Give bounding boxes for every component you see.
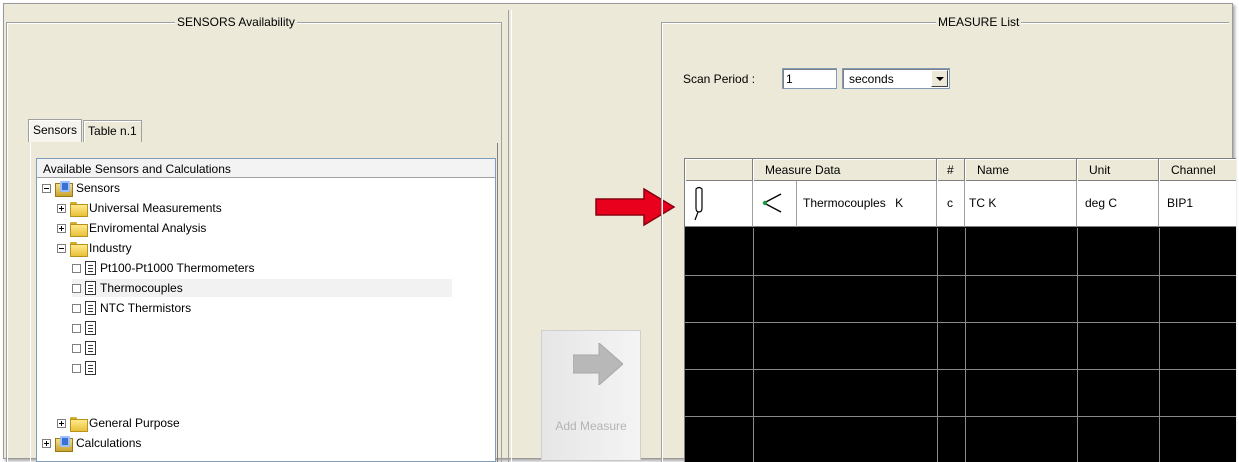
measure-data-cell: Thermocouples K <box>797 181 937 227</box>
table-row[interactable]: Thermocouples K c TC K deg C BIP1 <box>685 181 1236 227</box>
sensor-type-label: Thermocouples <box>803 196 886 210</box>
tree-node-empty-1[interactable] <box>72 319 100 337</box>
expand-icon[interactable] <box>42 438 51 448</box>
column-header-channel[interactable]: Channel <box>1159 159 1236 181</box>
sensors-tree[interactable]: Available Sensors and Calculations Senso… <box>36 158 496 462</box>
probe-icon <box>694 186 703 221</box>
sensor-checkbox[interactable] <box>72 263 81 273</box>
tree-node-label: Universal Measurements <box>89 201 222 215</box>
scan-unit-select[interactable]: seconds <box>842 68 950 89</box>
sensor-subtype-label: K <box>895 196 904 210</box>
folder-icon <box>70 201 88 217</box>
tree-node-ntc-thermistors[interactable]: NTC Thermistors <box>72 299 191 317</box>
sensor-checkbox[interactable] <box>72 283 81 293</box>
grid-line <box>685 275 1236 276</box>
tree-node-label: Calculations <box>76 436 142 450</box>
grid-line <box>685 369 1236 370</box>
row-icon-cell <box>685 181 753 227</box>
document-icon <box>85 321 96 335</box>
document-icon <box>85 361 96 375</box>
index-cell: c <box>937 181 965 227</box>
grid-line <box>753 228 754 462</box>
grid-line <box>965 228 966 462</box>
column-header-index[interactable]: # <box>937 159 965 181</box>
chevron-down-icon[interactable] <box>931 70 948 87</box>
name-cell[interactable]: TC K <box>965 181 1077 227</box>
tree-node-label: Thermocouples <box>100 281 183 295</box>
add-measure-button[interactable]: Add Measure <box>541 330 641 460</box>
sensors-availability-title: SENSORS Availability <box>175 15 297 29</box>
sensor-tabs: Sensors Table n.1 <box>28 119 142 142</box>
tree-node-sensors[interactable]: Sensors <box>42 179 120 197</box>
document-icon <box>85 341 96 355</box>
tree-header: Available Sensors and Calculations <box>37 159 495 178</box>
tree-node-label: Sensors <box>76 181 121 195</box>
collapse-icon[interactable] <box>57 243 66 253</box>
thermocouple-icon <box>762 193 782 213</box>
column-header-measure-data[interactable]: Measure Data <box>753 159 937 181</box>
tree-node-empty-3[interactable] <box>72 359 100 377</box>
grid-header: Measure Data # Name Unit Channel <box>685 159 1236 181</box>
document-icon <box>85 281 96 295</box>
grid-line <box>1159 228 1160 462</box>
folder-icon <box>70 221 88 237</box>
add-arrow-icon <box>573 343 623 385</box>
calculations-root-icon <box>55 435 73 452</box>
tree-node-universal-measurements[interactable]: Universal Measurements <box>57 199 222 217</box>
tree-node-empty-2[interactable] <box>72 339 100 357</box>
tree-node-calculations[interactable]: Calculations <box>42 434 141 452</box>
unit-cell[interactable]: deg C <box>1077 181 1159 227</box>
folder-icon <box>70 241 88 257</box>
empty-grid-rows <box>685 228 1236 462</box>
tree-node-label: Enviromental Analysis <box>89 221 207 235</box>
grid-line <box>1077 228 1078 462</box>
sensor-checkbox[interactable] <box>72 323 81 333</box>
tree-node-thermocouples[interactable]: Thermocouples <box>72 279 452 297</box>
tab-table-n1[interactable]: Table n.1 <box>83 120 142 142</box>
tree-node-label: Pt100-Pt1000 Thermometers <box>100 261 255 275</box>
measure-grid[interactable]: Measure Data # Name Unit Channel Thermoc… <box>684 158 1236 462</box>
folder-icon <box>70 416 88 432</box>
panel-splitter[interactable] <box>508 10 512 462</box>
column-header-unit[interactable]: Unit <box>1077 159 1159 181</box>
grid-line <box>937 228 938 462</box>
tree-node-pt100-pt1000[interactable]: Pt100-Pt1000 Thermometers <box>72 259 255 277</box>
tab-sensors[interactable]: Sensors <box>28 119 83 142</box>
scan-unit-value: seconds <box>849 72 894 86</box>
document-icon <box>85 261 96 275</box>
sensors-root-icon <box>55 180 73 197</box>
document-icon <box>85 301 96 315</box>
expand-icon[interactable] <box>57 418 66 428</box>
tree-node-label: Industry <box>89 241 132 255</box>
sensor-checkbox[interactable] <box>72 303 81 313</box>
expand-icon[interactable] <box>57 223 66 233</box>
column-header-icon[interactable] <box>685 159 753 181</box>
tree-node-label: NTC Thermistors <box>100 301 192 315</box>
column-header-name[interactable]: Name <box>965 159 1077 181</box>
add-measure-label: Add Measure <box>555 419 627 433</box>
scan-period-label: Scan Period : <box>683 72 756 86</box>
tree-node-label: General Purpose <box>89 416 180 430</box>
sensor-checkbox[interactable] <box>72 343 81 353</box>
tree-node-industry[interactable]: Industry <box>57 239 132 257</box>
expand-icon[interactable] <box>57 203 66 213</box>
collapse-icon[interactable] <box>42 183 51 193</box>
tree-node-general-purpose[interactable]: General Purpose <box>57 414 180 432</box>
grid-line <box>685 416 1236 417</box>
sensor-checkbox[interactable] <box>72 363 81 373</box>
row-type-icon-cell <box>753 181 797 227</box>
scan-period-input[interactable] <box>782 68 837 89</box>
grid-line <box>685 322 1236 323</box>
measure-list-title: MEASURE List <box>936 15 1022 29</box>
channel-cell[interactable]: BIP1 <box>1159 181 1236 227</box>
tree-node-enviromental-analysis[interactable]: Enviromental Analysis <box>57 219 206 237</box>
